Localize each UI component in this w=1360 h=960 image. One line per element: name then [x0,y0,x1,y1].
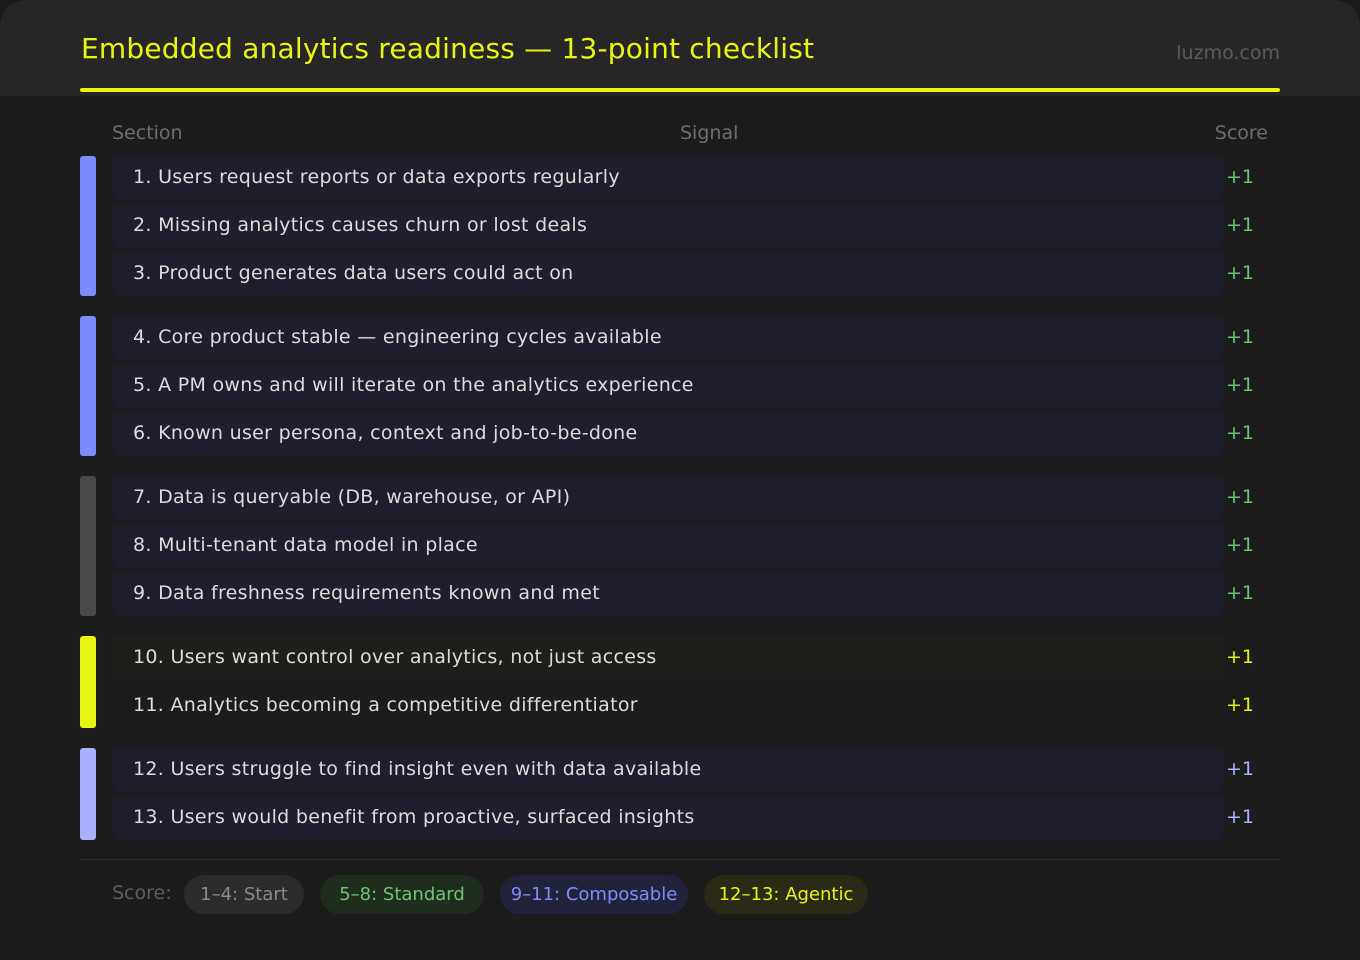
table-row: 4. Core product stable — engineering cyc… [112,316,1224,360]
table-row: 8. Multi-tenant data model in place [112,524,1224,568]
signal-text: 7. Data is queryable (DB, warehouse, or … [133,486,571,508]
score-value: +1 [1226,694,1255,716]
table-row: 13. Users would benefit from proactive, … [112,796,1224,840]
score-value: +1 [1226,582,1255,604]
legend-label: Score: [112,882,172,904]
table-row: 5. A PM owns and will iterate on the ana… [112,364,1224,408]
signal-text: 12. Users struggle to find insight even … [133,758,702,780]
score-tier-badge: 5–8: Standard [320,875,484,914]
table-row: 10. Users want control over analytics, n… [112,636,1224,680]
score-value: +1 [1226,486,1255,508]
score-value: +1 [1226,758,1255,780]
section-color-bar [80,316,96,456]
signal-text: 9. Data freshness requirements known and… [133,582,600,604]
signal-text: 10. Users want control over analytics, n… [133,646,657,668]
signal-text: 8. Multi-tenant data model in place [133,534,478,556]
section-color-bar [80,156,96,296]
score-tier-badge: 12–13: Agentic [704,875,868,914]
table-row: 2. Missing analytics causes churn or los… [112,204,1224,248]
score-tier-badge: 9–11: Composable [500,875,688,914]
checklist-card: Embedded analytics readiness — 13-point … [0,0,1360,960]
table-row: 12. Users struggle to find insight even … [112,748,1224,792]
signal-text: 13. Users would benefit from proactive, … [133,806,695,828]
header: Embedded analytics readiness — 13-point … [0,0,1360,96]
section-color-bar [80,476,96,616]
score-value: +1 [1226,166,1255,188]
score-value: +1 [1226,326,1255,348]
table-row: 7. Data is queryable (DB, warehouse, or … [112,476,1224,520]
score-value: +1 [1226,646,1255,668]
column-header-signal: Signal [680,122,739,144]
signal-text: 2. Missing analytics causes churn or los… [133,214,588,236]
column-header-section: Section [112,122,183,144]
table-row: 3. Product generates data users could ac… [112,252,1224,296]
signal-text: 11. Analytics becoming a competitive dif… [133,694,638,716]
section-color-bar [80,748,96,840]
table-row: 6. Known user persona, context and job-t… [112,412,1224,456]
score-tier-badge: 1–4: Start [184,875,304,914]
score-value: +1 [1226,422,1255,444]
score-value: +1 [1226,262,1255,284]
score-value: +1 [1226,534,1255,556]
signal-text: 5. A PM owns and will iterate on the ana… [133,374,694,396]
divider [80,859,1280,860]
score-value: +1 [1226,214,1255,236]
signal-text: 3. Product generates data users could ac… [133,262,574,284]
signal-text: 6. Known user persona, context and job-t… [133,422,638,444]
signal-text: 1. Users request reports or data exports… [133,166,620,188]
score-value: +1 [1226,374,1255,396]
table-row: 1. Users request reports or data exports… [112,156,1224,200]
section-color-bar [80,636,96,728]
table-row: 9. Data freshness requirements known and… [112,572,1224,616]
page-title: Embedded analytics readiness — 13-point … [81,32,815,65]
table-row: 11. Analytics becoming a competitive dif… [112,684,1224,728]
title-underline [80,88,1280,92]
column-header-score: Score [1214,122,1268,144]
signal-text: 4. Core product stable — engineering cyc… [133,326,662,348]
score-value: +1 [1226,806,1255,828]
site-link[interactable]: luzmo.com [1176,42,1280,64]
